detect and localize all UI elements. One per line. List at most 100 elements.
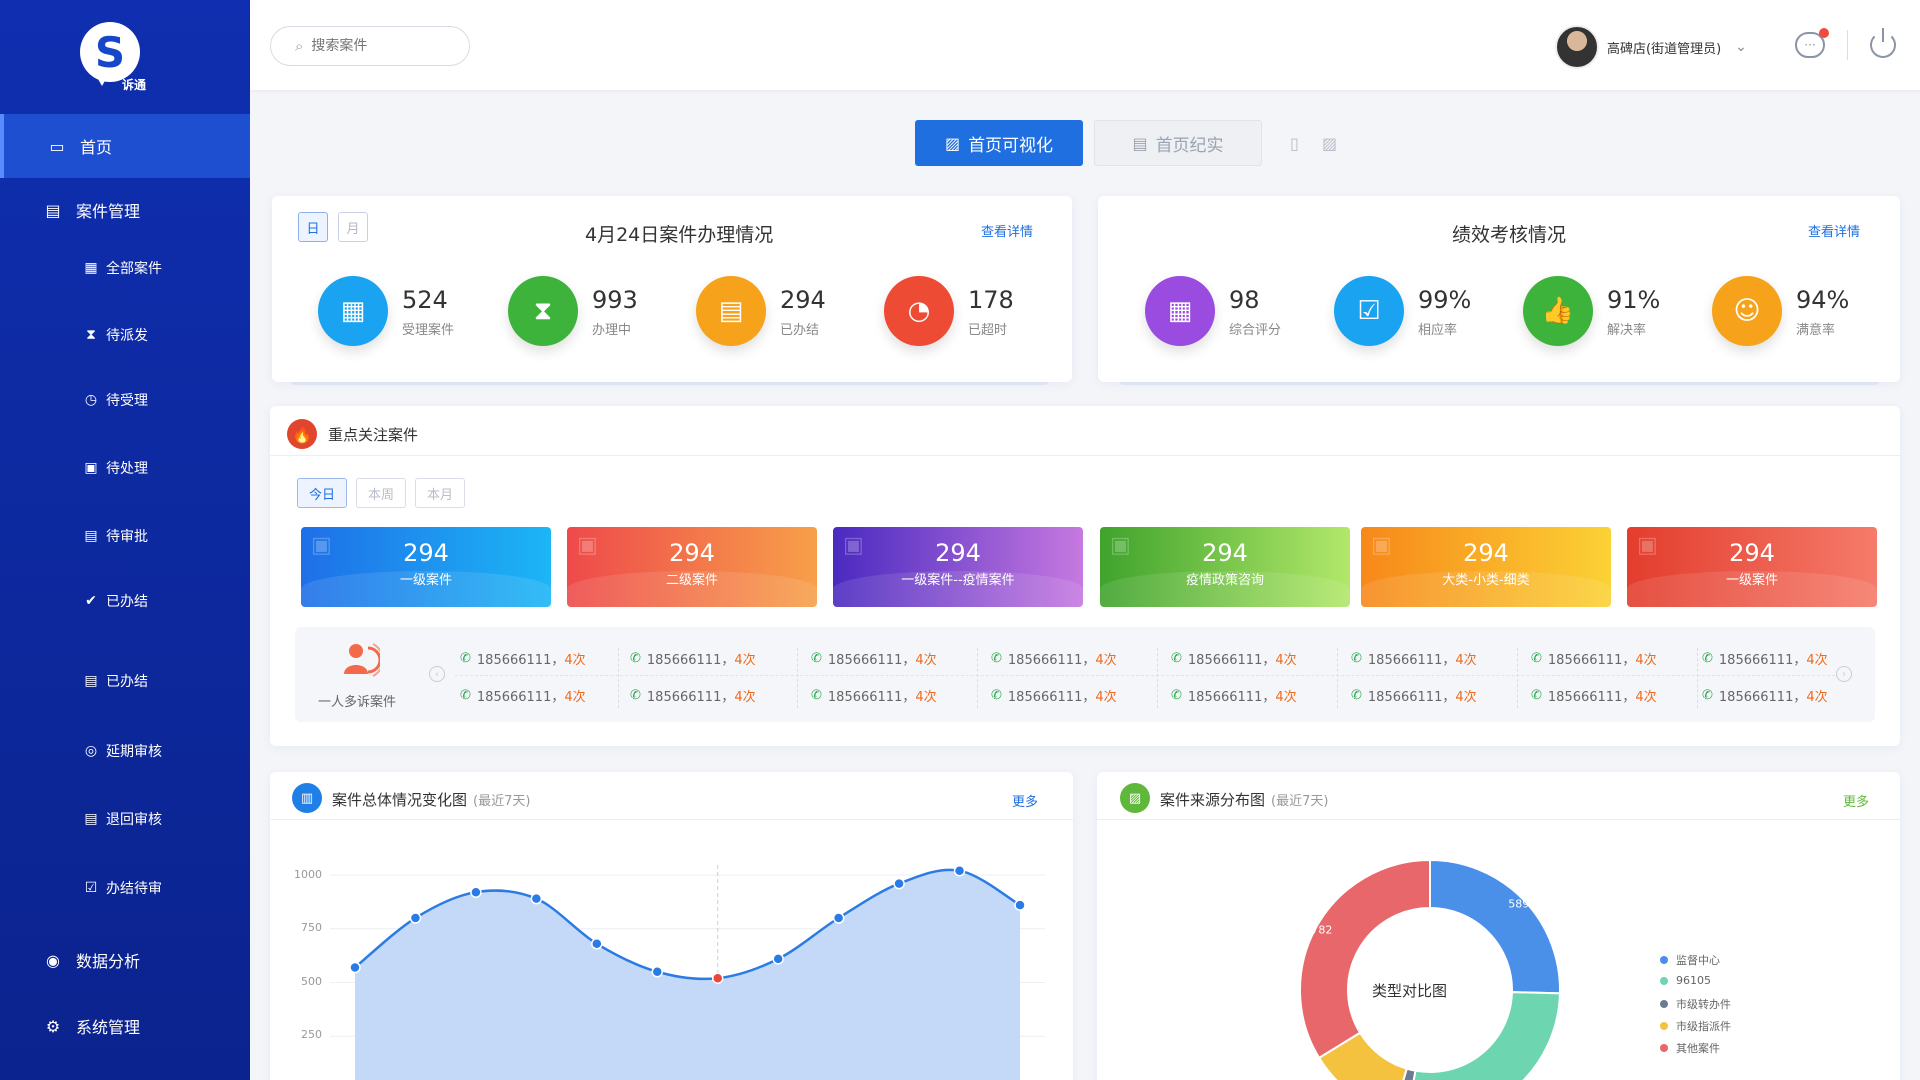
document-view-icon[interactable]: ▯ <box>1290 134 1299 153</box>
list-item[interactable]: ✆ 185666111， 4次 <box>1702 686 1828 705</box>
focus-tile-4[interactable]: ▣ 294 疫情政策咨询 <box>1100 527 1350 607</box>
sidebar-item-all-cases[interactable]: ▦ 全部案件 <box>0 248 250 288</box>
slice-value-label: 782 <box>1311 923 1332 936</box>
focus-tile-5[interactable]: ▣ 294 大类-小类-细类 <box>1361 527 1611 607</box>
list-item[interactable]: ✆ 185666111， 4次 <box>991 686 1117 705</box>
data-point[interactable] <box>530 892 543 905</box>
tab-record-home[interactable]: ▤ 首页纪实 <box>1094 120 1262 166</box>
power-icon[interactable] <box>1870 28 1896 58</box>
list-item[interactable]: ✆ 185666111， 4次 <box>630 686 756 705</box>
search-box[interactable]: ⌕ <box>270 26 470 66</box>
sidebar-item-completed-2[interactable]: ▤ 已办结 <box>0 661 250 701</box>
seg-day[interactable]: 日 <box>298 212 328 242</box>
sidebar-item-data-analysis[interactable]: ◉ 数据分析 <box>0 934 250 986</box>
data-point[interactable] <box>953 864 966 877</box>
data-point[interactable] <box>470 886 482 898</box>
data-point[interactable] <box>409 912 422 924</box>
sidebar-item-return-review[interactable]: ▤ 退回审核 <box>0 799 250 839</box>
user-menu[interactable]: 高碑店(街道管理员) ⌄ <box>1555 25 1747 69</box>
data-point[interactable] <box>711 972 724 984</box>
search-icon: ⌕ <box>295 37 304 55</box>
people-call-icon <box>344 643 380 677</box>
period-today[interactable]: 今日 <box>297 478 347 508</box>
list-item[interactable]: ✆ 185666111， 4次 <box>1531 686 1657 705</box>
legend-item[interactable]: 96105 <box>1660 974 1711 987</box>
list-item[interactable]: ✆ 185666111， 4次 <box>811 649 937 668</box>
list-item[interactable]: ✆ 185666111， 4次 <box>811 686 937 705</box>
message-icon[interactable]: ··· <box>1795 28 1829 58</box>
chevron-down-icon[interactable]: ⌄ <box>1735 39 1747 55</box>
stat-overall-score[interactable]: ▦ 98 综合评分 <box>1145 276 1281 346</box>
legend-item[interactable]: 市级指派件 <box>1660 1018 1731 1034</box>
stat-resolution-rate[interactable]: 👍 91% 解决率 <box>1523 276 1660 346</box>
focus-tile-6[interactable]: ▣ 294 一级案件 <box>1627 527 1877 607</box>
image-view-icon[interactable]: ▨ <box>1322 134 1337 153</box>
source-more-link[interactable]: 更多 <box>1843 791 1869 810</box>
pie-slice[interactable] <box>1407 991 1561 1080</box>
data-point[interactable] <box>1014 899 1026 911</box>
app-logo: S 诉通 <box>80 22 146 92</box>
phone-number: 185666111， <box>827 690 916 705</box>
focus-tile-3[interactable]: ▣ 294 一级案件--疫情案件 <box>833 527 1083 607</box>
pie-slice[interactable] <box>1299 858 1431 1060</box>
list-item[interactable]: ✆ 185666111， 4次 <box>630 649 756 668</box>
data-point[interactable] <box>832 912 845 924</box>
legend-item[interactable]: 监督中心 <box>1660 952 1720 968</box>
user-name: 高碑店(街道管理员) <box>1607 41 1722 57</box>
stat-satisfaction-rate[interactable]: ☺ 94% 满意率 <box>1712 276 1849 346</box>
sidebar-item-home[interactable]: ▭ 首页 <box>0 114 250 178</box>
sidebar-item-pending-dispatch[interactable]: ⧗ 待派发 <box>0 315 250 355</box>
perf-detail-link[interactable]: 查看详情 <box>1808 221 1860 240</box>
sidebar-item-pending-approval[interactable]: ▤ 待审批 <box>0 516 250 556</box>
tile-wave <box>1361 571 1611 607</box>
list-item[interactable]: ✆ 185666111， 4次 <box>1702 649 1828 668</box>
sidebar-item-extension-review[interactable]: ◎ 延期审核 <box>0 731 250 771</box>
data-point[interactable] <box>772 953 784 965</box>
list-item[interactable]: ✆ 185666111， 4次 <box>1351 649 1477 668</box>
case-detail-link[interactable]: 查看详情 <box>981 221 1033 240</box>
list-item[interactable]: ✆ 185666111， 4次 <box>1171 649 1297 668</box>
data-point[interactable] <box>591 938 603 950</box>
period-month[interactable]: 本月 <box>415 478 465 508</box>
stat-completed[interactable]: ▤ 294 已办结 <box>696 276 826 346</box>
sidebar-item-label: 全部案件 <box>106 261 162 277</box>
area-fill <box>355 869 1020 1080</box>
stat-accepted[interactable]: ▦ 524 受理案件 <box>318 276 454 346</box>
legend-item[interactable]: 市级转办件 <box>1660 996 1731 1012</box>
list-item[interactable]: ✆ 185666111， 4次 <box>460 649 586 668</box>
period-week[interactable]: 本周 <box>356 478 406 508</box>
tab-visual-home[interactable]: ▨ 首页可视化 <box>915 120 1083 166</box>
focus-tile-2[interactable]: ▣ 294 二级案件 <box>567 527 817 607</box>
legend-item[interactable]: 其他案件 <box>1660 1040 1720 1056</box>
pie-slice[interactable] <box>1429 858 1561 995</box>
stat-response-rate[interactable]: ☑ 99% 相应率 <box>1334 276 1471 346</box>
data-point[interactable] <box>893 877 905 890</box>
seg-month[interactable]: 月 <box>338 212 368 242</box>
trend-chart <box>330 864 1045 1080</box>
sidebar-item-pending-process[interactable]: ▣ 待处理 <box>0 448 250 488</box>
sidebar-item-pending-accept[interactable]: ◷ 待受理 <box>0 380 250 420</box>
data-point[interactable] <box>651 966 664 978</box>
list-item[interactable]: ✆ 185666111， 4次 <box>1171 686 1297 705</box>
list-item[interactable]: ✆ 185666111， 4次 <box>1531 649 1657 668</box>
slice-value-label: 589 <box>1508 897 1529 910</box>
sidebar-item-completed[interactable]: ✔ 已办结 <box>0 581 250 621</box>
chevron-right-icon[interactable]: › <box>1836 666 1852 682</box>
sidebar-item-case-management[interactable]: ▤ 案件管理 <box>0 184 250 236</box>
list-item[interactable]: ✆ 185666111， 4次 <box>1351 686 1477 705</box>
stat-value: 91% <box>1607 285 1661 314</box>
data-point[interactable] <box>349 961 361 974</box>
focus-tile-1[interactable]: ▣ 294 一级案件 <box>301 527 551 607</box>
avatar[interactable] <box>1555 25 1599 69</box>
list-item[interactable]: ✆ 185666111， 4次 <box>991 649 1117 668</box>
sidebar-item-label: 已办结 <box>106 674 148 690</box>
stat-overdue[interactable]: ◔ 178 已超时 <box>884 276 1014 346</box>
sidebar-item-completion-review[interactable]: ☑ 办结待审 <box>0 868 250 908</box>
sidebar-item-system-management[interactable]: ⚙ 系统管理 <box>0 1000 250 1052</box>
trend-more-link[interactable]: 更多 <box>1012 791 1038 810</box>
calendar-icon: ▣ <box>84 460 98 476</box>
chevron-left-icon[interactable]: ‹ <box>429 666 445 682</box>
stat-in-progress[interactable]: ⧗ 993 办理中 <box>508 276 638 346</box>
list-item[interactable]: ✆ 185666111， 4次 <box>460 686 586 705</box>
search-input[interactable] <box>311 38 452 54</box>
